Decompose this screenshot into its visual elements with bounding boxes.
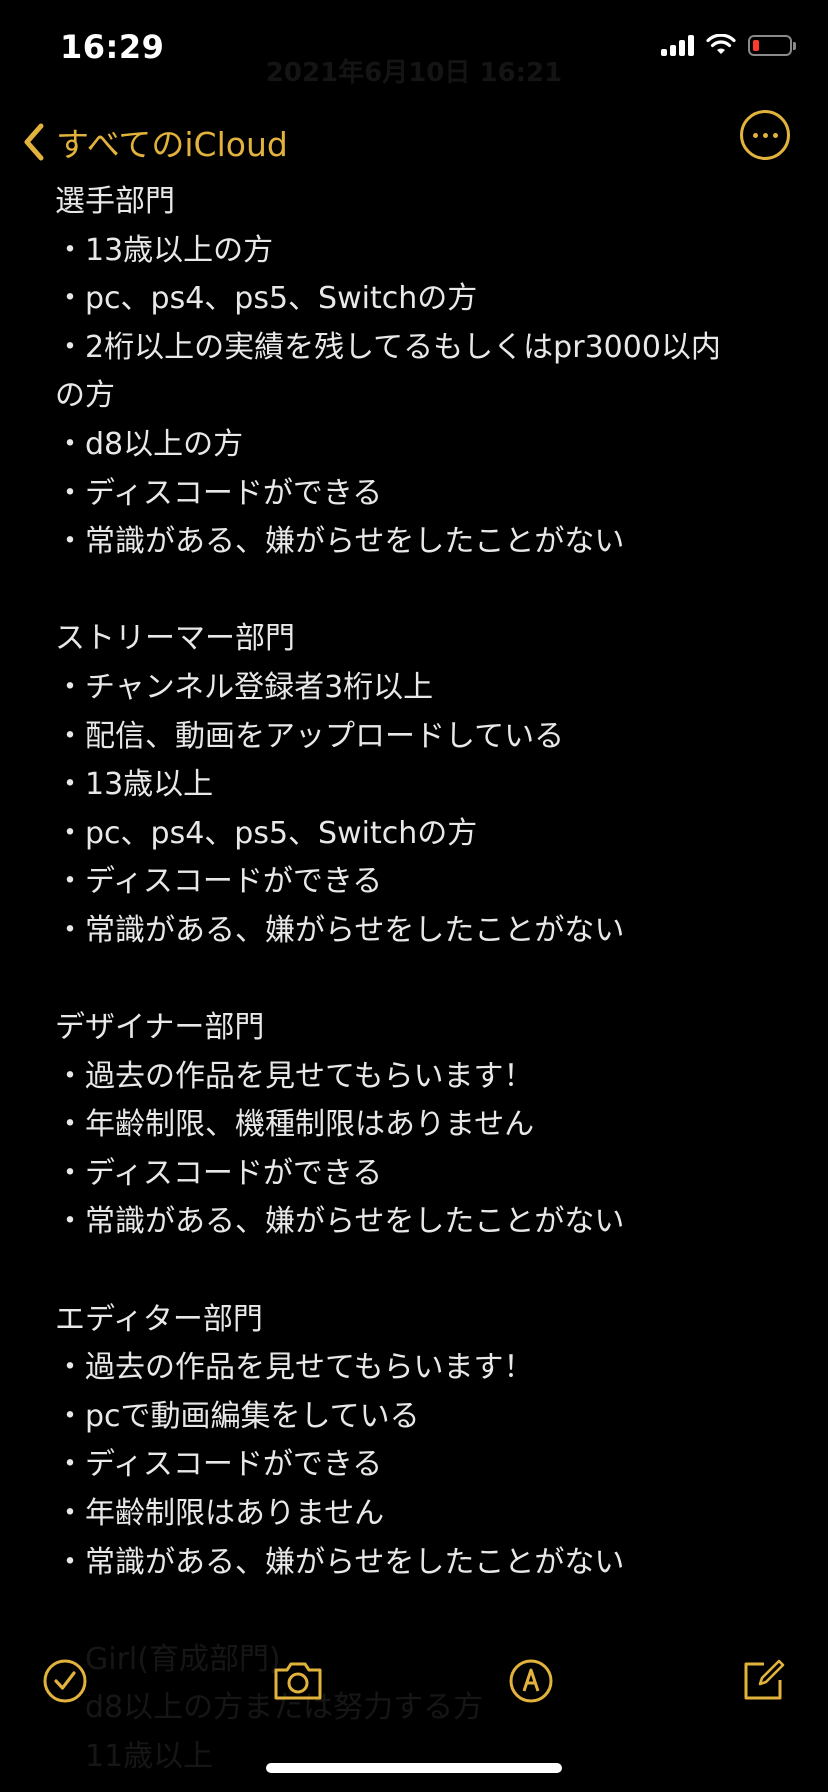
note-line: デザイナー部門 xyxy=(55,1010,265,1046)
battery-level xyxy=(753,39,759,51)
note-line-spacer xyxy=(55,1587,775,1636)
note-line: ・pc、ps4、ps5、Switchの方 xyxy=(55,815,478,851)
note-date-faded: 2021年6月10日 16:21 xyxy=(265,58,563,88)
note-line: ・ディスコードができる xyxy=(55,475,383,511)
note-line-faded: 11歳以上 xyxy=(85,1739,214,1774)
note-line: ・2桁以上の実績を残してるもしくはpr3000以内 xyxy=(55,329,721,365)
back-label: すべてのiCloud xyxy=(56,125,288,164)
note-line: ・d8以上の方 xyxy=(55,426,244,462)
bottom-toolbar xyxy=(0,1650,828,1710)
note-line: ・ディスコードができる xyxy=(55,1447,383,1483)
note-line: ・pcで動画編集をしている xyxy=(55,1398,420,1434)
note-line: ・常識がある、嫌がらせをしたことがない xyxy=(55,524,625,560)
note-line: ・常識がある、嫌がらせをしたことがない xyxy=(55,912,625,948)
note-line xyxy=(55,1247,775,1296)
more-options-button[interactable] xyxy=(740,110,790,160)
note-line: ・配信、動画をアップロードしている xyxy=(55,718,565,754)
note-line: ・チャンネル登録者3桁以上 xyxy=(55,669,434,705)
note-line: ・過去の作品を見せてもらいます！ xyxy=(55,1058,534,1094)
note-body[interactable]: 選手部門 ・13歳以上の方 ・pc、ps4、ps5、Switchの方 ・2桁以上… xyxy=(55,178,775,1782)
markup-button[interactable] xyxy=(508,1658,554,1708)
nav-bar: すべてのiCloud xyxy=(0,110,828,170)
markup-icon xyxy=(509,1659,553,1703)
note-line: ・年齢制限、機種制限はありません xyxy=(55,1107,535,1143)
note-line: ・年齢制限はありません xyxy=(55,1496,385,1532)
note-line: 選手部門 xyxy=(55,184,175,219)
note-line: ・常識がある、嫌がらせをしたことがない xyxy=(55,1544,625,1580)
note-line: の方 xyxy=(55,378,115,414)
note-line: ・過去の作品を見せてもらいます！ xyxy=(55,1350,534,1386)
note-line: ・pc、ps4、ps5、Switchの方 xyxy=(55,281,478,317)
checklist-icon xyxy=(43,1659,87,1703)
home-indicator[interactable] xyxy=(266,1763,562,1773)
note-line xyxy=(55,956,775,1005)
compose-icon xyxy=(744,1659,785,1700)
note-line: ・13歳以上 xyxy=(55,767,214,803)
note-line: ・13歳以上の方 xyxy=(55,232,274,268)
note-line: エディター部門 xyxy=(55,1301,263,1337)
chevron-left-icon xyxy=(24,123,44,161)
compose-button[interactable] xyxy=(740,1658,786,1708)
note-line: ・ディスコードができる xyxy=(55,864,383,900)
note-line: ・ディスコードができる xyxy=(55,1155,383,1191)
camera-icon xyxy=(274,1662,322,1700)
back-button[interactable]: すべてのiCloud xyxy=(22,118,288,166)
camera-button[interactable] xyxy=(271,1658,325,1708)
checklist-button[interactable] xyxy=(42,1658,88,1708)
more-icon xyxy=(752,132,758,138)
note-line: ストリーマー部門 xyxy=(55,621,295,657)
note-line xyxy=(55,567,775,616)
note-line: ・常識がある、嫌がらせをしたことがない xyxy=(55,1204,625,1240)
